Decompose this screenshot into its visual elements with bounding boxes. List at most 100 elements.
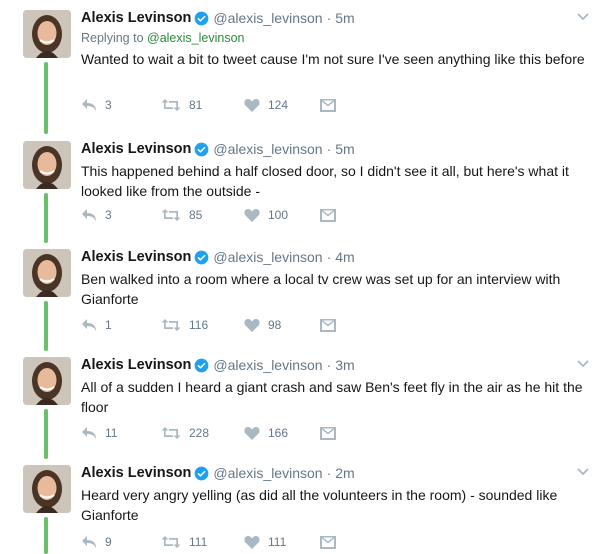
like-button[interactable]: 124	[244, 98, 320, 112]
tweet[interactable]: Alexis Levinson @alexis_levinson · 4m Be…	[0, 239, 609, 351]
direct-message-button[interactable]	[320, 318, 400, 332]
direct-message-button[interactable]	[320, 98, 400, 112]
heart-icon	[244, 99, 260, 112]
reply-count: 3	[105, 98, 112, 112]
chevron-down-icon[interactable]	[575, 463, 591, 479]
reply-count: 9	[105, 535, 112, 549]
avatar[interactable]	[23, 465, 71, 513]
retweet-button[interactable]: 81	[161, 98, 244, 112]
like-count: 111	[268, 535, 287, 549]
envelope-icon	[320, 535, 336, 549]
retweet-icon	[161, 536, 181, 548]
envelope-icon	[320, 318, 336, 332]
reply-icon	[82, 536, 96, 548]
separator-dot: ·	[326, 357, 332, 373]
thread-connector	[44, 301, 48, 351]
like-button[interactable]: 166	[244, 426, 320, 440]
verified-badge-icon	[195, 466, 209, 480]
timestamp[interactable]: 4m	[335, 249, 354, 265]
reply-count: 1	[105, 318, 112, 332]
verified-badge-icon	[195, 11, 209, 25]
reply-button[interactable]: 1	[81, 318, 161, 332]
retweet-button[interactable]: 228	[161, 426, 244, 440]
verified-badge-icon	[195, 358, 209, 372]
heart-icon	[244, 209, 260, 222]
retweet-count: 116	[189, 318, 209, 332]
tweet-actions: 9 111 111	[81, 535, 400, 549]
author-handle[interactable]: @alexis_levinson	[213, 357, 322, 373]
chevron-down-icon[interactable]	[575, 355, 591, 371]
author-handle[interactable]: @alexis_levinson	[213, 141, 322, 157]
timestamp[interactable]: 3m	[335, 357, 354, 373]
like-button[interactable]: 111	[244, 535, 320, 549]
reply-button[interactable]: 11	[81, 426, 161, 440]
heart-icon	[244, 319, 260, 332]
replying-to: Replying to @alexis_levinson	[81, 31, 586, 47]
author-handle[interactable]: @alexis_levinson	[213, 249, 322, 265]
author-name[interactable]: Alexis Levinson	[81, 357, 191, 373]
retweet-count: 81	[189, 98, 203, 112]
avatar[interactable]	[23, 357, 71, 405]
tweet-actions: 11 228 166	[81, 426, 400, 440]
replying-to-link[interactable]: @alexis_levinson	[147, 31, 244, 45]
avatar[interactable]	[23, 141, 71, 189]
tweet-text: Wanted to wait a bit to tweet cause I'm …	[81, 51, 585, 67]
tweet-text: Ben walked into a room where a local tv …	[81, 271, 561, 307]
retweet-count: 111	[189, 535, 208, 549]
direct-message-button[interactable]	[320, 426, 400, 440]
thread-connector	[44, 193, 48, 243]
tweet[interactable]: Alexis Levinson @alexis_levinson · 5m Th…	[0, 131, 609, 243]
chevron-down-icon[interactable]	[575, 8, 591, 24]
reply-icon	[82, 99, 96, 111]
like-count: 100	[268, 208, 289, 222]
tweet[interactable]: Alexis Levinson @alexis_levinson · 3m Al…	[0, 347, 609, 459]
envelope-icon	[320, 426, 336, 440]
verified-badge-icon	[195, 250, 209, 264]
author-handle[interactable]: @alexis_levinson	[213, 10, 322, 26]
retweet-button[interactable]: 116	[161, 318, 244, 332]
author-name[interactable]: Alexis Levinson	[81, 141, 191, 157]
tweet-thread: Alexis Levinson @alexis_levinson · 5m Re…	[0, 0, 609, 554]
avatar[interactable]	[23, 10, 71, 58]
retweet-button[interactable]: 85	[161, 208, 244, 222]
author-name[interactable]: Alexis Levinson	[81, 465, 191, 481]
reply-button[interactable]: 3	[81, 208, 161, 222]
timestamp[interactable]: 2m	[335, 465, 354, 481]
separator-dot: ·	[326, 10, 332, 26]
like-count: 124	[268, 98, 289, 112]
like-button[interactable]: 98	[244, 318, 320, 332]
tweet-actions: 1 116 98	[81, 318, 400, 332]
thread-connector	[44, 517, 48, 554]
author-name[interactable]: Alexis Levinson	[81, 249, 191, 265]
heart-icon	[244, 536, 260, 549]
direct-message-button[interactable]	[320, 208, 400, 222]
reply-icon	[82, 209, 96, 221]
tweet[interactable]: Alexis Levinson @alexis_levinson · 2m He…	[0, 455, 609, 554]
like-button[interactable]: 100	[244, 208, 320, 222]
tweet-text: Heard very angry yelling (as did all the…	[81, 487, 558, 523]
author-name[interactable]: Alexis Levinson	[81, 10, 191, 26]
timestamp[interactable]: 5m	[335, 141, 354, 157]
envelope-icon	[320, 98, 336, 112]
retweet-icon	[161, 319, 181, 331]
tweet[interactable]: Alexis Levinson @alexis_levinson · 5m Re…	[0, 0, 609, 134]
author-handle[interactable]: @alexis_levinson	[213, 465, 322, 481]
separator-dot: ·	[326, 249, 332, 265]
heart-icon	[244, 427, 260, 440]
retweet-count: 85	[189, 208, 203, 222]
retweet-count: 228	[189, 426, 210, 440]
retweet-icon	[161, 99, 181, 111]
reply-button[interactable]: 9	[81, 535, 161, 549]
separator-dot: ·	[326, 141, 332, 157]
reply-button[interactable]: 3	[81, 98, 161, 112]
retweet-button[interactable]: 111	[161, 535, 244, 549]
timestamp[interactable]: 5m	[335, 10, 354, 26]
like-count: 166	[268, 426, 289, 440]
like-count: 98	[268, 318, 282, 332]
retweet-icon	[161, 427, 181, 439]
direct-message-button[interactable]	[320, 535, 400, 549]
reply-icon	[82, 427, 96, 439]
avatar[interactable]	[23, 249, 71, 297]
envelope-icon	[320, 208, 336, 222]
separator-dot: ·	[326, 465, 332, 481]
